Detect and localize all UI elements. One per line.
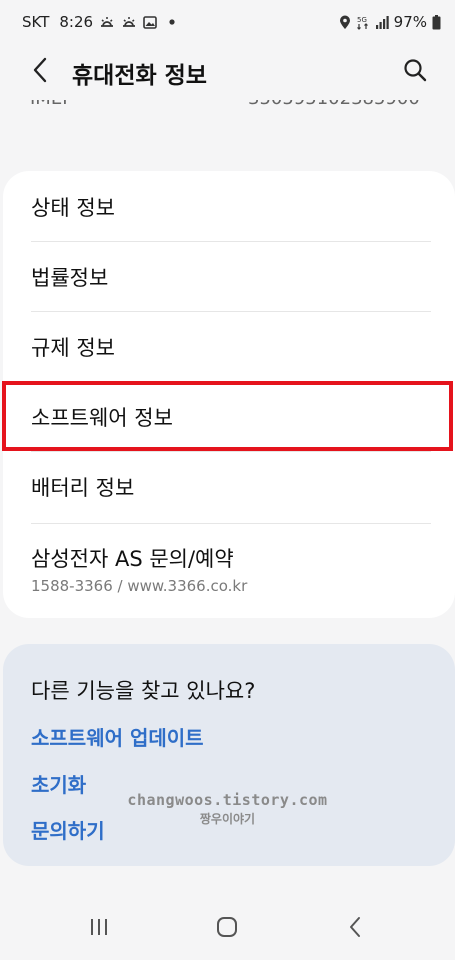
status-left: SKT 8:26 bbox=[22, 13, 175, 31]
status-bar: SKT 8:26 5G 97% bbox=[0, 0, 455, 44]
recent-apps-icon bbox=[88, 917, 110, 941]
menu-item-samsung-as[interactable]: 삼성전자 AS 문의/예약 1588-3366 / www.3366.co.kr bbox=[31, 528, 431, 610]
search-button[interactable] bbox=[401, 58, 429, 86]
suggestion-title: 다른 기능을 찾고 있나요? bbox=[31, 679, 256, 703]
status-right: 5G 97% bbox=[339, 13, 441, 31]
clipped-imei-row: IMEI 350595102385900 bbox=[0, 100, 455, 122]
gallery-icon bbox=[143, 15, 157, 29]
home-button[interactable] bbox=[212, 915, 242, 943]
weather-icon bbox=[99, 15, 115, 29]
highlight-box bbox=[2, 381, 453, 451]
back-nav-button[interactable] bbox=[340, 915, 370, 943]
imei-label: IMEI bbox=[30, 100, 68, 109]
carrier-label: SKT bbox=[22, 13, 50, 31]
back-button[interactable] bbox=[26, 57, 54, 87]
menu-item-subtext: 1588-3366 / www.3366.co.kr bbox=[31, 577, 248, 595]
menu-item-label: 법률정보 bbox=[31, 266, 109, 290]
5g-icon: 5G bbox=[356, 14, 370, 30]
battery-percent: 97% bbox=[393, 13, 427, 31]
clock: 8:26 bbox=[59, 13, 94, 31]
menu-item-label: 상태 정보 bbox=[31, 196, 115, 220]
link-software-update[interactable]: 소프트웨어 업데이트 bbox=[31, 722, 204, 751]
watermark-blog-name: 짱우이야기 bbox=[199, 812, 256, 826]
dot-icon bbox=[169, 19, 175, 25]
watermark-url: changwoos.tistory.com bbox=[127, 791, 328, 809]
home-icon bbox=[216, 916, 238, 942]
menu-item-label: 삼성전자 AS 문의/예약 bbox=[31, 547, 234, 571]
battery-icon bbox=[432, 14, 441, 30]
location-icon bbox=[339, 15, 351, 30]
watermark: changwoos.tistory.com 짱우이야기 bbox=[0, 791, 455, 827]
menu-item-battery-info[interactable]: 배터리 정보 bbox=[31, 452, 431, 522]
suggestion-card: 다른 기능을 찾고 있나요? 소프트웨어 업데이트 초기화 문의하기 bbox=[3, 644, 455, 866]
svg-text:5G: 5G bbox=[357, 16, 367, 24]
menu-item-legal-info[interactable]: 법률정보 bbox=[31, 242, 431, 312]
navigation-bar bbox=[0, 905, 455, 953]
menu-item-label: 배터리 정보 bbox=[31, 476, 135, 500]
menu-item-label: 규제 정보 bbox=[31, 336, 115, 360]
back-icon bbox=[348, 916, 362, 942]
imei-value: 350595102385900 bbox=[248, 100, 420, 109]
page-title: 휴대전화 정보 bbox=[72, 63, 207, 89]
app-bar: 휴대전화 정보 bbox=[0, 44, 455, 100]
menu-item-status-info[interactable]: 상태 정보 bbox=[31, 172, 431, 242]
search-icon bbox=[403, 58, 427, 86]
signal-icon bbox=[375, 15, 389, 29]
chevron-left-icon bbox=[32, 57, 48, 87]
divider bbox=[31, 523, 431, 524]
menu-item-regulatory-info[interactable]: 규제 정보 bbox=[31, 312, 431, 382]
recent-apps-button[interactable] bbox=[84, 915, 114, 943]
weather-icon bbox=[121, 15, 137, 29]
